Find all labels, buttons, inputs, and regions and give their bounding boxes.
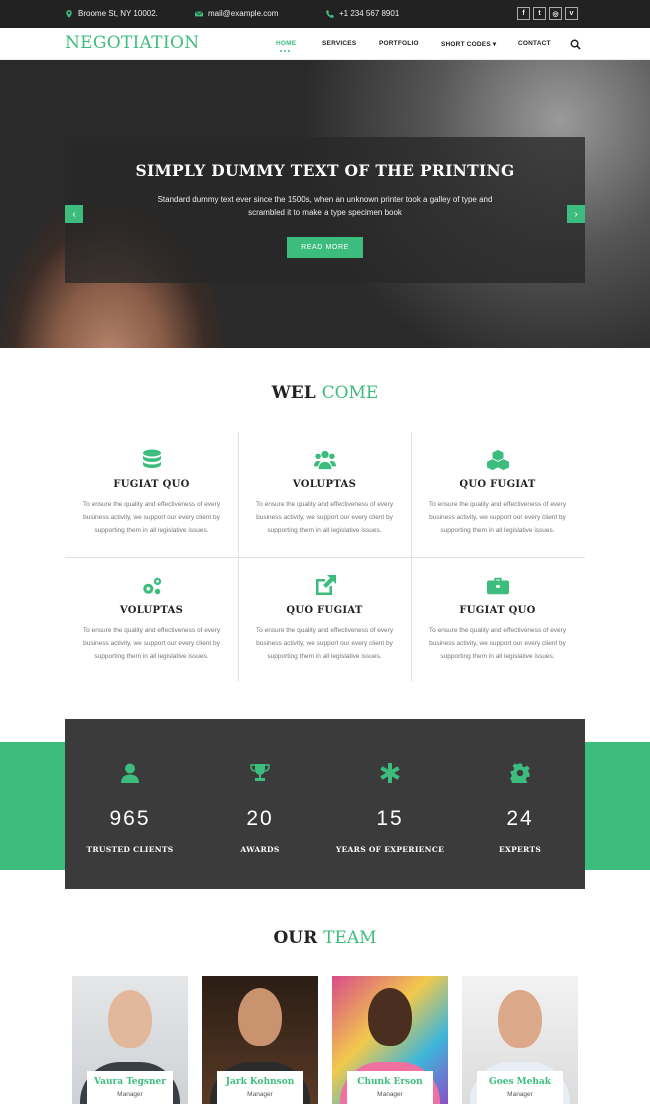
- facebook-icon[interactable]: f: [517, 7, 530, 20]
- member-photo: [368, 988, 412, 1046]
- feature-title: FUGIAT QUO: [459, 605, 536, 616]
- team-member-card[interactable]: Vaura Tegsner Manager: [72, 976, 188, 1104]
- team-title: OUR TEAM: [0, 928, 650, 948]
- social-links: f t ◎ v: [517, 7, 578, 20]
- member-photo: [238, 988, 282, 1046]
- member-info: Vaura Tegsner Manager: [87, 1071, 173, 1104]
- hero-slider: SIMPLY DUMMY TEXT OF THE PRINTING Standa…: [0, 60, 650, 348]
- member-info: Goes Mehak Manager: [477, 1071, 563, 1104]
- slider-prev-button[interactable]: ‹: [65, 205, 83, 223]
- user-icon: [121, 763, 139, 783]
- briefcase-icon: [486, 577, 509, 595]
- map-marker-icon: [66, 9, 72, 18]
- member-photo: [108, 990, 152, 1048]
- hero-title: SIMPLY DUMMY TEXT OF THE PRINTING: [135, 161, 515, 180]
- main-nav: NEGOTIATION HOME SERVICES PORTFOLIO SHOR…: [0, 28, 650, 60]
- team-title-a: OUR: [273, 928, 318, 948]
- dribbble-icon[interactable]: ◎: [549, 7, 562, 20]
- twitter-icon[interactable]: t: [533, 7, 546, 20]
- feature-title: FUGIAT QUO: [113, 479, 190, 490]
- member-info: Jark Kohnson Manager: [217, 1071, 303, 1104]
- address-item: Broome St, NY 10002.: [65, 9, 158, 18]
- member-photo: [498, 990, 542, 1048]
- feature-text: To ensure the quality and effectiveness …: [428, 501, 567, 534]
- stat-label: EXPERTS: [498, 845, 542, 854]
- feature-title: QUO FUGIAT: [286, 605, 363, 616]
- cubes-icon: [486, 449, 509, 471]
- phone-text: +1 234 567 8901: [339, 9, 400, 18]
- stat-label: TRUSTED CLIENTS: [86, 845, 174, 854]
- nav-item-home[interactable]: HOME: [276, 40, 296, 47]
- stat-item: 24 EXPERTS: [455, 719, 585, 889]
- site-logo[interactable]: NEGOTIATION: [65, 33, 199, 53]
- email-item[interactable]: mail@example.com: [195, 9, 278, 18]
- read-more-button[interactable]: READ MORE: [287, 237, 363, 258]
- external-link-icon: [315, 575, 336, 595]
- feature-card: QUO FUGIAT To ensure the quality and eff…: [238, 575, 411, 701]
- active-indicator: [280, 50, 290, 52]
- team-member-card[interactable]: Goes Mehak Manager: [462, 976, 578, 1104]
- stat-label: AWARDS: [240, 845, 280, 854]
- envelope-icon: [195, 10, 203, 16]
- vimeo-icon[interactable]: v: [565, 7, 578, 20]
- feature-card: FUGIAT QUO To ensure the quality and eff…: [65, 449, 238, 575]
- team-member-card[interactable]: Jark Kohnson Manager: [202, 976, 318, 1104]
- hero-caption: SIMPLY DUMMY TEXT OF THE PRINTING Standa…: [65, 137, 585, 283]
- stat-item: 15 YEARS OF EXPERIENCE: [325, 719, 455, 889]
- top-bar: Broome St, NY 10002. mail@example.com +1…: [0, 0, 650, 28]
- nav-item-portfolio[interactable]: PORTFOLIO: [379, 40, 419, 47]
- feature-title: VOLUPTAS: [119, 605, 184, 616]
- feature-title: QUO FUGIAT: [459, 479, 536, 490]
- nav-item-services[interactable]: SERVICES: [322, 40, 356, 47]
- feature-card: VOLUPTAS To ensure the quality and effec…: [65, 575, 238, 701]
- welcome-title-b: COME: [321, 383, 379, 403]
- stat-value: 20: [246, 807, 274, 830]
- team-member-card[interactable]: Chunk Erson Manager: [332, 976, 448, 1104]
- feature-text: To ensure the quality and effectiveness …: [255, 627, 394, 660]
- feature-card: QUO FUGIAT To ensure the quality and eff…: [411, 449, 584, 575]
- slider-next-button[interactable]: ›: [567, 205, 585, 223]
- nav-item-short-codes[interactable]: SHORT CODES ▾: [441, 40, 496, 48]
- member-name[interactable]: Vaura Tegsner: [87, 1077, 173, 1087]
- member-name[interactable]: Goes Mehak: [477, 1077, 563, 1087]
- feature-text: To ensure the quality and effectiveness …: [82, 501, 221, 534]
- gear-icon: [510, 763, 530, 783]
- feature-card: VOLUPTAS To ensure the quality and effec…: [238, 449, 411, 575]
- welcome-title: WEL COME: [0, 383, 650, 403]
- stats-panel: 965 TRUSTED CLIENTS 20 AWARDS 15 YEARS O…: [65, 719, 585, 889]
- hero-text: Standard dummy text ever since the 1500s…: [157, 195, 493, 217]
- member-role: Manager: [507, 1091, 533, 1098]
- feature-title: VOLUPTAS: [292, 479, 357, 490]
- member-role: Manager: [247, 1091, 273, 1098]
- member-name[interactable]: Jark Kohnson: [217, 1077, 303, 1087]
- stat-value: 965: [109, 807, 151, 830]
- email-text[interactable]: mail@example.com: [208, 9, 278, 18]
- phone-item: +1 234 567 8901: [326, 9, 399, 18]
- search-icon[interactable]: [570, 37, 581, 55]
- feature-card: FUGIAT QUO To ensure the quality and eff…: [411, 575, 584, 701]
- trophy-icon: [250, 764, 270, 781]
- stat-label: YEARS OF EXPERIENCE: [335, 845, 445, 854]
- address-text: Broome St, NY 10002.: [78, 9, 158, 18]
- stat-value: 15: [376, 807, 404, 830]
- users-icon: [313, 450, 336, 470]
- nav-item-contact[interactable]: CONTACT: [518, 40, 551, 47]
- feature-text: To ensure the quality and effectiveness …: [428, 627, 567, 660]
- cogs-icon: [142, 577, 161, 595]
- member-role: Manager: [377, 1091, 403, 1098]
- member-info: Chunk Erson Manager: [347, 1071, 433, 1104]
- welcome-title-a: WEL: [271, 383, 316, 403]
- asterisk-icon: [380, 763, 400, 783]
- database-icon: [142, 449, 161, 468]
- feature-text: To ensure the quality and effectiveness …: [255, 501, 394, 534]
- team-title-b: TEAM: [323, 928, 377, 948]
- stat-item: 965 TRUSTED CLIENTS: [65, 719, 195, 889]
- feature-text: To ensure the quality and effectiveness …: [82, 627, 221, 660]
- stat-value: 24: [506, 807, 534, 830]
- stat-item: 20 AWARDS: [195, 719, 325, 889]
- member-name[interactable]: Chunk Erson: [347, 1077, 433, 1087]
- phone-icon: [326, 9, 334, 18]
- member-role: Manager: [117, 1091, 143, 1098]
